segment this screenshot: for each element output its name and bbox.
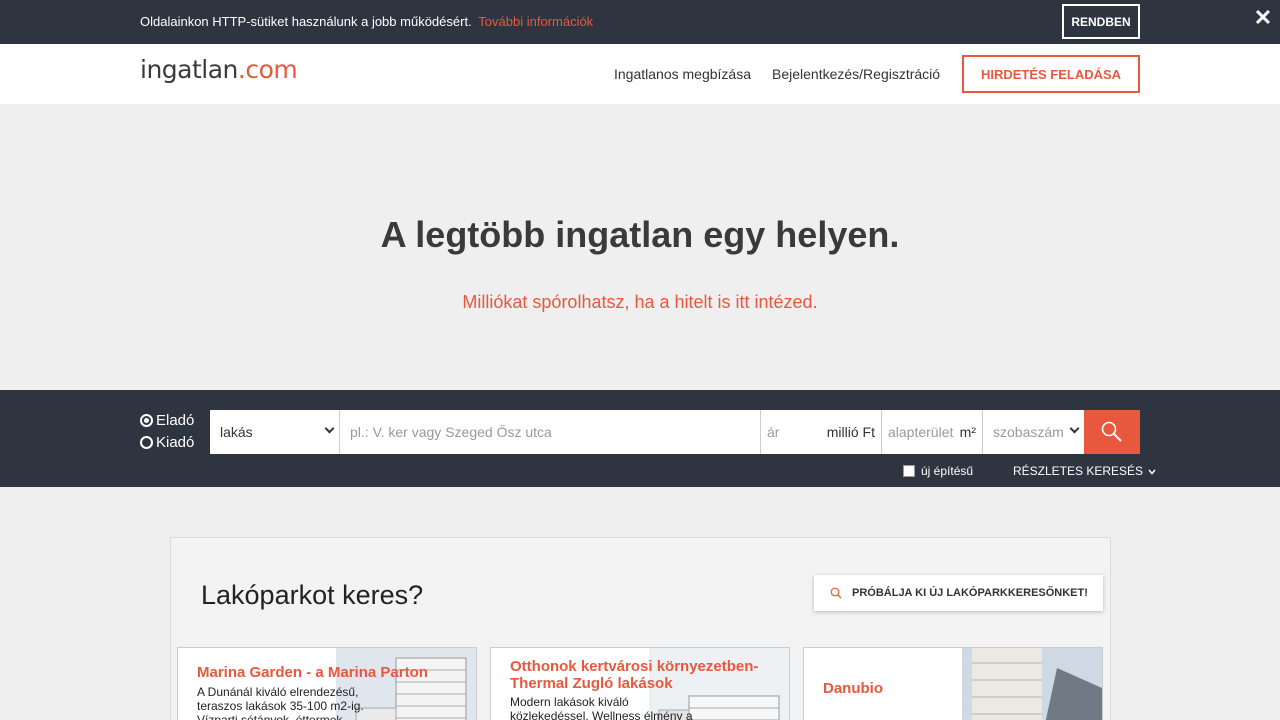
radio-label: Kiadó xyxy=(156,434,195,451)
price-unit: millió Ft xyxy=(826,424,875,440)
cookie-info-link[interactable]: További információk xyxy=(478,14,593,29)
promo-description: A Dunánál kiváló elrendezésű, teraszos l… xyxy=(197,685,364,720)
lakopark-section: Lakóparkot keres? PRÓBÁLJA KI ÚJ LAKÓPAR… xyxy=(170,537,1111,720)
search-icon xyxy=(830,587,842,599)
logo-main-text: ingatlan xyxy=(140,55,238,84)
area-unit: m² xyxy=(959,424,976,440)
lakopark-search-button[interactable]: PRÓBÁLJA KI ÚJ LAKÓPARKKERESŐNKET! xyxy=(814,575,1103,611)
price-placeholder: ár xyxy=(767,424,780,440)
location-placeholder: pl.: V. ker vagy Szeged Ősz utca xyxy=(350,424,552,440)
cookie-banner: Oldalainkon HTTP-sütiket használunk a jo… xyxy=(0,0,1280,44)
cookie-accept-button[interactable]: RENDBEN xyxy=(1062,4,1140,39)
promo-card[interactable]: Marina Garden - a Marina Parton A Dunáná… xyxy=(177,647,477,720)
hero-title: A legtöbb ingatlan egy helyen. xyxy=(380,214,900,255)
nav-login-register[interactable]: Bejelentkezés/Regisztráció xyxy=(772,66,940,82)
new-build-label: új építésű xyxy=(921,464,974,478)
promo-title: Marina Garden - a Marina Parton xyxy=(197,664,428,681)
rooms-select[interactable]: szobaszám xyxy=(983,410,1084,454)
rooms-placeholder: szobaszám xyxy=(993,424,1064,440)
search-icon xyxy=(1101,421,1122,442)
radio-checked-icon xyxy=(140,414,153,427)
site-header: ingatlan.com Ingatlanos megbízása Bejele… xyxy=(0,44,1280,104)
radio-unchecked-icon xyxy=(140,436,153,449)
search-panel: Eladó Kiadó lakás pl.: V. ker vagy Szege… xyxy=(0,390,1280,487)
chevron-down-icon xyxy=(324,423,335,434)
logo-tld-text: .com xyxy=(237,55,298,84)
chevron-down-icon xyxy=(1069,423,1080,434)
promo-card[interactable]: Danubio xyxy=(803,647,1103,720)
search-button[interactable] xyxy=(1084,410,1140,454)
property-type-select[interactable]: lakás xyxy=(210,410,340,454)
hero-subtitle-link[interactable]: Milliókat spórolhatsz, ha a hitelt is it… xyxy=(0,292,1280,313)
promo-title: Danubio xyxy=(823,680,883,697)
checkbox-icon xyxy=(903,465,915,477)
promo-title: Otthonok kertvárosi környezetben- Therma… xyxy=(510,658,759,692)
radio-for-rent[interactable]: Kiadó xyxy=(140,434,194,451)
promo-description: Modern lakások kiváló közlekedéssel. Wel… xyxy=(510,695,693,720)
lakopark-button-label: PRÓBÁLJA KI ÚJ LAKÓPARKKERESŐNKET! xyxy=(852,587,1088,599)
location-input[interactable]: pl.: V. ker vagy Szeged Ősz utca xyxy=(340,410,761,454)
cookie-message: Oldalainkon HTTP-sütiket használunk a jo… xyxy=(140,14,593,29)
promo-card[interactable]: Otthonok kertvárosi környezetben- Therma… xyxy=(490,647,790,720)
advanced-search-toggle[interactable]: RÉSZLETES KERESÉS xyxy=(1013,464,1156,478)
area-input[interactable]: alapterület m² xyxy=(882,410,983,454)
price-input[interactable]: ár millió Ft xyxy=(761,410,882,454)
radio-label: Eladó xyxy=(156,412,195,429)
new-build-checkbox[interactable]: új építésű xyxy=(903,464,973,478)
post-ad-button[interactable]: HIRDETÉS FELADÁSA xyxy=(962,55,1140,93)
close-icon[interactable]: ✕ xyxy=(1252,6,1274,30)
advanced-search-label: RÉSZLETES KERESÉS xyxy=(1013,464,1144,478)
site-logo[interactable]: ingatlan.com xyxy=(140,55,298,84)
area-placeholder: alapterület xyxy=(888,424,954,440)
radio-for-sale[interactable]: Eladó xyxy=(140,412,194,429)
property-type-value: lakás xyxy=(220,424,253,440)
lakopark-title: Lakóparkot keres? xyxy=(201,580,424,610)
chevron-down-icon xyxy=(1148,469,1156,475)
cookie-text: Oldalainkon HTTP-sütiket használunk a jo… xyxy=(140,14,472,29)
nav-agent-commission[interactable]: Ingatlanos megbízása xyxy=(614,66,751,82)
